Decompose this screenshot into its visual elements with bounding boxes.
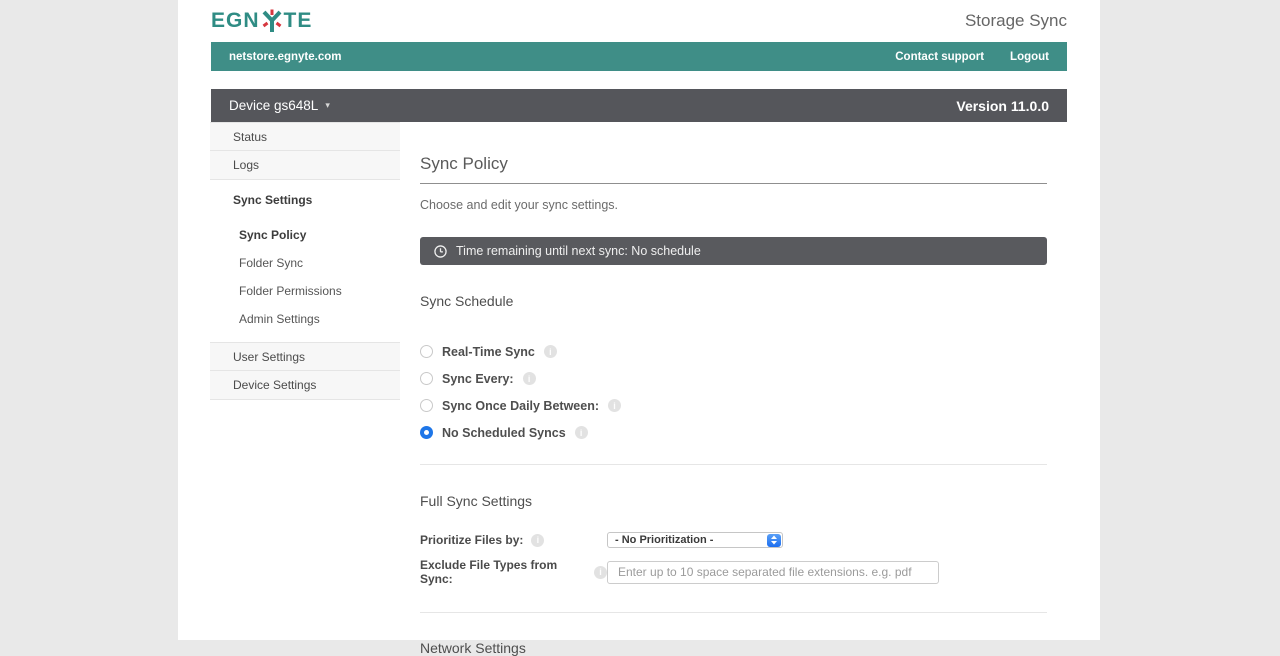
info-icon[interactable]: i xyxy=(575,426,588,439)
sidebar-group-sync-settings: Sync Settings Sync Policy Folder Sync Fo… xyxy=(210,180,400,342)
egnyte-logo: EGN TE xyxy=(211,9,312,33)
device-selector[interactable]: Device gs648L ▾ xyxy=(229,98,330,113)
device-bar: Device gs648L ▾ Version 11.0.0 xyxy=(211,89,1067,122)
content-panel: Sync Policy Choose and edit your sync se… xyxy=(400,122,1100,656)
sync-time-banner: Time remaining until next sync: No sched… xyxy=(420,237,1047,265)
device-name: Device gs648L xyxy=(229,98,318,113)
app-window: EGN TE Storage Sync netstore.egnyte.com … xyxy=(178,0,1100,640)
select-value: - No Prioritization - xyxy=(615,534,713,546)
app-title: Storage Sync xyxy=(965,11,1067,31)
logo-text-left: EGN xyxy=(211,9,260,33)
full-sync-settings-heading: Full Sync Settings xyxy=(420,493,1047,509)
radio-option-real-time-sync[interactable]: Real-Time Sync i xyxy=(420,338,1047,365)
prioritize-files-label: Prioritize Files by: xyxy=(420,533,523,547)
radio-button[interactable] xyxy=(420,399,433,412)
chevron-down-icon: ▾ xyxy=(325,100,330,111)
exclude-file-types-input[interactable] xyxy=(607,561,939,584)
contact-support-link[interactable]: Contact support xyxy=(895,51,984,63)
top-header: EGN TE Storage Sync xyxy=(178,0,1100,42)
sidebar-item-sync-settings[interactable]: Sync Settings xyxy=(210,191,400,221)
sidebar-item-user-settings[interactable]: User Settings xyxy=(210,342,400,371)
main-area: Status Logs Sync Settings Sync Policy Fo… xyxy=(210,122,1100,656)
network-settings-heading: Network Settings xyxy=(420,640,1047,656)
sidebar-item-logs[interactable]: Logs xyxy=(210,151,400,180)
sync-schedule-heading: Sync Schedule xyxy=(420,293,1047,309)
logo-y-asterisk-icon xyxy=(261,9,283,33)
sidebar-nav: Status Logs Sync Settings Sync Policy Fo… xyxy=(210,122,400,656)
prioritize-files-select[interactable]: - No Prioritization - xyxy=(607,532,783,548)
sync-time-banner-text: Time remaining until next sync: No sched… xyxy=(456,244,701,258)
sync-schedule-options: Real-Time Sync i Sync Every: i Sync Once… xyxy=(420,338,1047,446)
logout-link[interactable]: Logout xyxy=(1010,51,1049,63)
section-divider xyxy=(420,612,1047,613)
section-divider xyxy=(420,464,1047,465)
exclude-file-types-label: Exclude File Types from Sync: xyxy=(420,558,586,586)
domain-name: netstore.egnyte.com xyxy=(229,51,341,63)
radio-button-selected[interactable] xyxy=(420,426,433,439)
version-label: Version 11.0.0 xyxy=(956,98,1049,114)
title-divider xyxy=(420,183,1047,184)
radio-button[interactable] xyxy=(420,345,433,358)
sidebar-item-device-settings[interactable]: Device Settings xyxy=(210,371,400,400)
page-title: Sync Policy xyxy=(420,154,1047,174)
info-icon[interactable]: i xyxy=(544,345,557,358)
radio-option-sync-every[interactable]: Sync Every: i xyxy=(420,365,1047,392)
info-icon[interactable]: i xyxy=(531,534,544,547)
sidebar-item-admin-settings[interactable]: Admin Settings xyxy=(210,305,400,333)
radio-option-no-scheduled-syncs[interactable]: No Scheduled Syncs i xyxy=(420,419,1047,446)
prioritize-files-row: Prioritize Files by: i - No Prioritizati… xyxy=(420,532,1047,548)
clock-icon xyxy=(434,245,447,258)
select-stepper-icon xyxy=(767,534,781,547)
logo-text-right: TE xyxy=(284,9,313,33)
radio-button[interactable] xyxy=(420,372,433,385)
sidebar-item-folder-permissions[interactable]: Folder Permissions xyxy=(210,277,400,305)
sidebar-item-folder-sync[interactable]: Folder Sync xyxy=(210,249,400,277)
exclude-file-types-row: Exclude File Types from Sync: i xyxy=(420,558,1047,586)
info-icon[interactable]: i xyxy=(594,566,607,579)
info-icon[interactable]: i xyxy=(608,399,621,412)
info-icon[interactable]: i xyxy=(523,372,536,385)
radio-option-sync-once-daily[interactable]: Sync Once Daily Between: i xyxy=(420,392,1047,419)
page-subtitle: Choose and edit your sync settings. xyxy=(420,198,1047,212)
sidebar-item-sync-policy[interactable]: Sync Policy xyxy=(210,221,400,249)
domain-bar: netstore.egnyte.com Contact support Logo… xyxy=(211,42,1067,71)
sidebar-item-status[interactable]: Status xyxy=(210,122,400,151)
